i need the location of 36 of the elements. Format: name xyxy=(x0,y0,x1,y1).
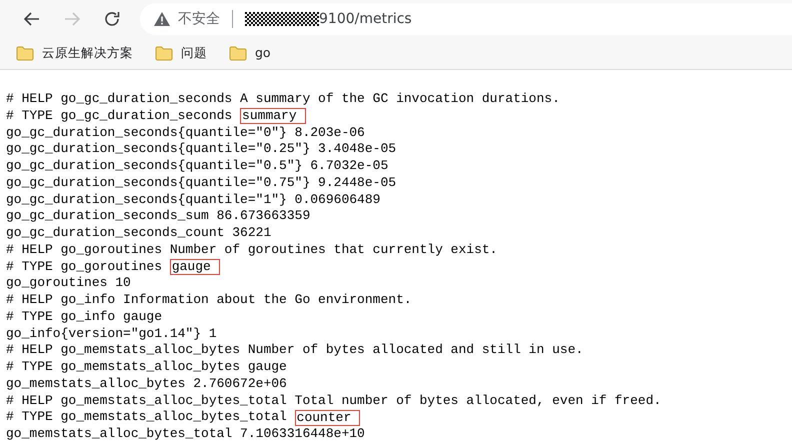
bookmark-item[interactable]: 云原生解决方案 xyxy=(10,42,139,65)
reload-icon xyxy=(102,9,122,29)
warning-icon xyxy=(154,12,170,26)
code-line: # TYPE go_goroutines xyxy=(6,258,162,276)
highlighted-word: counter xyxy=(294,410,360,426)
code-line: go_info{version="go1.14"} 1 xyxy=(6,326,217,342)
code-line: # HELP go_info Information about the Go environment. xyxy=(6,292,412,309)
code-line: # HELP go_gc_duration_seconds A summary of the GC invocation durations. xyxy=(6,91,560,108)
code-line: # HELP go_memstats_alloc_bytes_total Total number of bytes allocated, even if freed. xyxy=(6,392,662,410)
code-line: go_gc_duration_seconds{quantile="1"} 0.069606489 xyxy=(6,192,380,208)
bookmark-item[interactable]: 问题 xyxy=(149,42,213,65)
url-text: 9100/metrics xyxy=(319,10,412,28)
code-line: # TYPE go_memstats_alloc_bytes gauge xyxy=(6,359,287,376)
code-line: go_gc_duration_seconds{quantile="0"} 8.203e-06 xyxy=(6,124,365,142)
code-line: # TYPE go_memstats_alloc_bytes_total xyxy=(6,409,287,426)
code-line: go_goroutines 10 xyxy=(6,275,131,292)
highlighted-word: summary xyxy=(240,108,306,124)
highlighted-word: gauge xyxy=(170,258,220,275)
code-line: # TYPE go_info gauge xyxy=(6,308,162,326)
redaction-mosaic-icon xyxy=(245,12,319,26)
bookmark-item[interactable]: go xyxy=(223,42,277,65)
folder-icon xyxy=(16,46,34,61)
code-line: go_gc_duration_seconds_count 36221 xyxy=(6,225,272,242)
folder-icon xyxy=(229,46,247,61)
code-line: go_memstats_alloc_bytes_total 7.1063316448e+10 xyxy=(6,426,365,443)
code-line: go_memstats_alloc_bytes 2.760672e+06 xyxy=(6,376,287,392)
code-line: # HELP go_memstats_alloc_bytes Number of bytes allocated and still in use. xyxy=(6,342,584,359)
address-bar[interactable]: 不安全 9100/metrics xyxy=(140,3,792,35)
code-line: # TYPE go_gc_duration_seconds xyxy=(6,108,232,124)
code-line: go_gc_duration_seconds_sum 86.673663359 xyxy=(6,208,310,225)
code-line: go_gc_duration_seconds{quantile="0.5"} 6.7032e-05 xyxy=(6,158,388,175)
code-line: go_gc_duration_seconds{quantile="0.25"} 3.4048e-05 xyxy=(6,141,396,158)
code-line: # HELP go_goroutines Number of goroutines that currently exist. xyxy=(6,242,498,258)
code-line: go_gc_duration_seconds{quantile="0.75"} 9.2448e-05 xyxy=(6,174,396,192)
security-label: 不安全 xyxy=(178,10,220,28)
folder-icon xyxy=(155,46,173,61)
